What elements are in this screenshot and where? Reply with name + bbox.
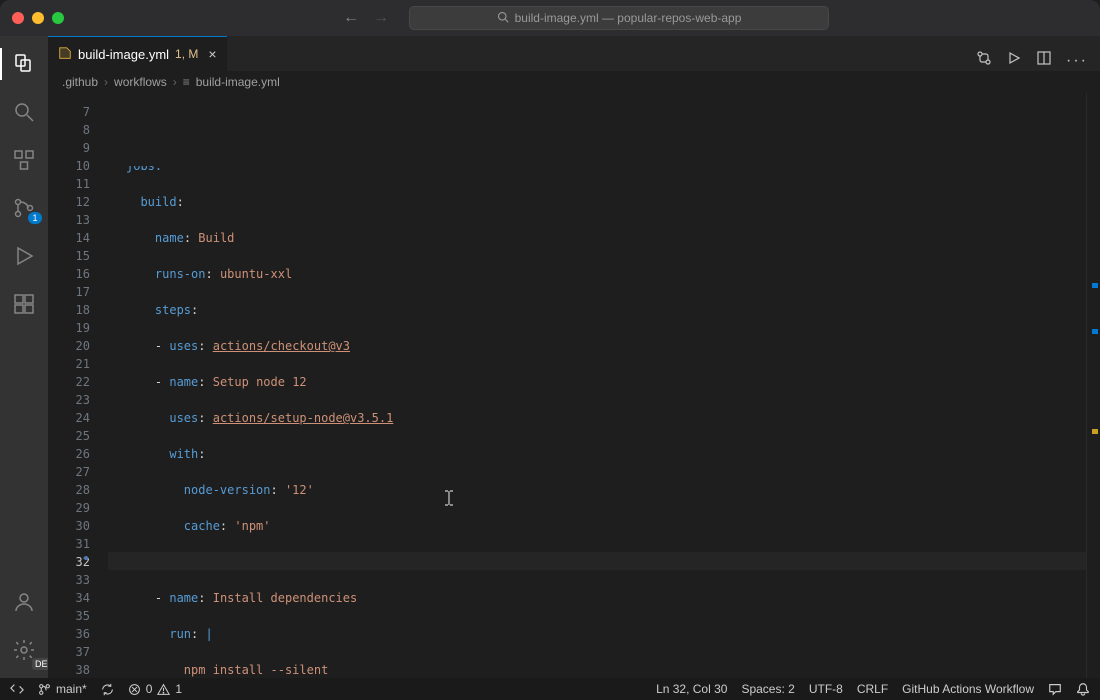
notifications-icon[interactable] bbox=[1076, 682, 1090, 696]
status-bar: main* 0 1 Ln 32, Col 30 Spaces: 2 UTF-8 … bbox=[0, 678, 1100, 700]
breadcrumb-seg[interactable]: build-image.yml bbox=[196, 75, 280, 89]
tab-status: 1, M bbox=[175, 47, 198, 61]
feedback-icon[interactable] bbox=[1048, 682, 1062, 696]
code-content[interactable]: jobs: build: name: Build runs-on: ubuntu… bbox=[108, 93, 1086, 678]
command-center[interactable]: build-image.yml — popular-repos-web-app bbox=[409, 6, 829, 30]
editor-tabs: build-image.yml 1, M × ··· bbox=[48, 36, 1100, 71]
sync-button[interactable] bbox=[101, 683, 114, 696]
line-gutter: 7 8 9 10 11 12 13 14 15 16 17 18 19 20 2… bbox=[48, 93, 108, 678]
search-icon bbox=[497, 11, 509, 26]
cursor-position[interactable]: Ln 32, Col 30 bbox=[656, 682, 727, 696]
explorer-tab[interactable] bbox=[0, 44, 48, 84]
breadcrumb-seg[interactable]: .github bbox=[62, 75, 98, 89]
extensions-tab-alt[interactable] bbox=[0, 140, 48, 180]
tab-build-image[interactable]: build-image.yml 1, M × bbox=[48, 36, 227, 71]
title-bar: ← → build-image.yml — popular-repos-web-… bbox=[0, 0, 1100, 36]
editor[interactable]: 7 8 9 10 11 12 13 14 15 16 17 18 19 20 2… bbox=[48, 93, 1100, 678]
language-mode[interactable]: GitHub Actions Workflow bbox=[902, 682, 1034, 696]
command-center-title: build-image.yml — popular-repos-web-app bbox=[515, 11, 742, 25]
close-window-button[interactable] bbox=[12, 12, 24, 24]
yaml-file-icon bbox=[58, 46, 72, 63]
tab-filename: build-image.yml bbox=[78, 47, 169, 62]
extensions-tab[interactable] bbox=[0, 284, 48, 324]
indentation-indicator[interactable]: Spaces: 2 bbox=[741, 682, 794, 696]
run-file-icon[interactable] bbox=[1006, 50, 1022, 71]
search-tab[interactable] bbox=[0, 92, 48, 132]
encoding-indicator[interactable]: UTF-8 bbox=[809, 682, 843, 696]
file-icon: ≡ bbox=[183, 75, 190, 89]
branch-indicator[interactable]: main* bbox=[38, 682, 87, 696]
breadcrumb-seg[interactable]: workflows bbox=[114, 75, 167, 89]
breadcrumb[interactable]: .github › workflows › ≡ build-image.yml bbox=[48, 71, 1100, 93]
more-actions-icon[interactable]: ··· bbox=[1066, 52, 1088, 70]
eol-indicator[interactable]: CRLF bbox=[857, 682, 888, 696]
maximize-window-button[interactable] bbox=[52, 12, 64, 24]
source-control-tab[interactable]: 1 bbox=[0, 188, 48, 228]
problems-indicator[interactable]: 0 1 bbox=[128, 682, 182, 696]
scm-badge: 1 bbox=[28, 212, 42, 224]
nav-forward-button[interactable]: → bbox=[373, 9, 389, 27]
compare-changes-icon[interactable] bbox=[976, 50, 992, 71]
minimap[interactable] bbox=[1086, 93, 1100, 678]
activity-bar: 1 bbox=[0, 36, 48, 678]
run-debug-tab[interactable] bbox=[0, 236, 48, 276]
close-tab-button[interactable]: × bbox=[208, 46, 216, 62]
chevron-right-icon: › bbox=[173, 75, 177, 89]
window-controls bbox=[12, 12, 64, 24]
split-editor-icon[interactable] bbox=[1036, 50, 1052, 71]
nav-back-button[interactable]: ← bbox=[343, 9, 359, 27]
minimize-window-button[interactable] bbox=[32, 12, 44, 24]
remote-indicator[interactable] bbox=[10, 682, 24, 696]
chevron-right-icon: › bbox=[104, 75, 108, 89]
account-button[interactable] bbox=[0, 582, 48, 622]
